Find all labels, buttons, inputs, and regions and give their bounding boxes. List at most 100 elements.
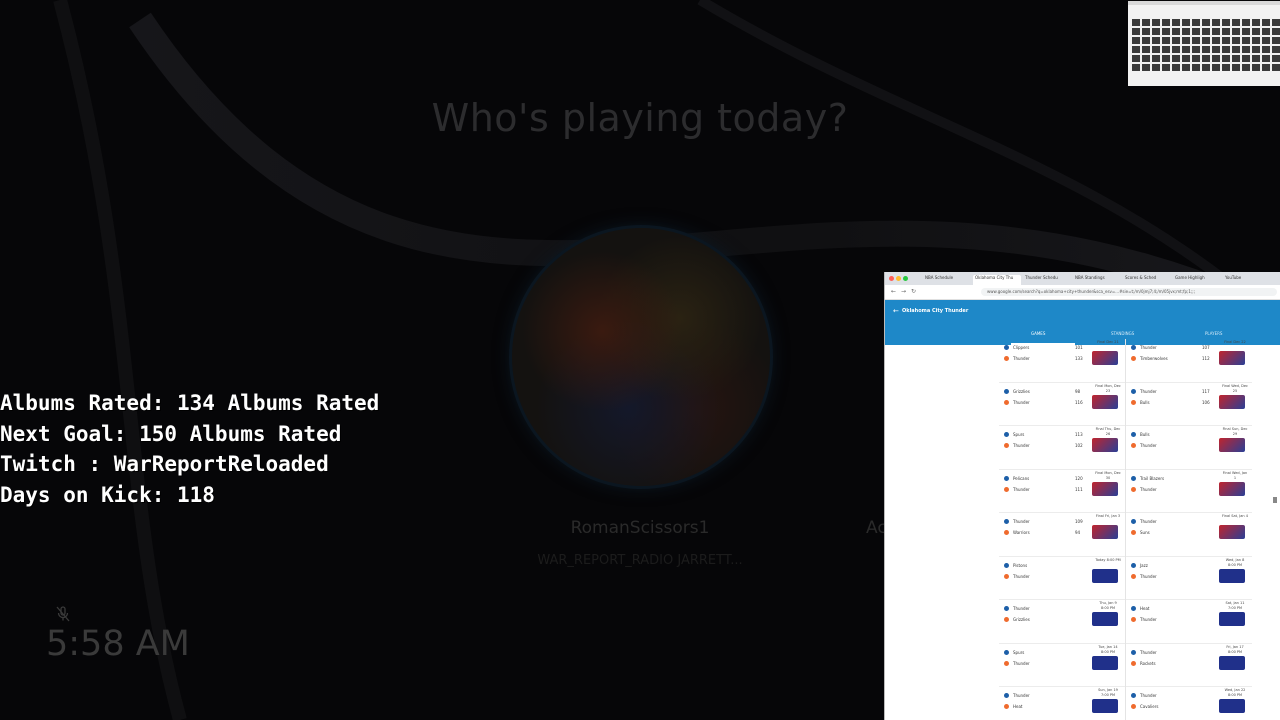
tab-games[interactable]: Games (1031, 331, 1045, 336)
address-bar[interactable]: www.google.com/search?q=oklahoma+city+th… (981, 288, 1277, 296)
team-logo-icon (1004, 649, 1009, 655)
team-name: Pelicans (1013, 475, 1030, 481)
game-row[interactable]: Grizzlies Thunder 98 116 Final Mon, Dec 23 (999, 383, 1125, 426)
team-score: 111 (1075, 486, 1083, 492)
game-row[interactable]: Thunder Suns Final Sat, Jan 4 (1126, 513, 1252, 557)
highlight-thumbnail[interactable] (1219, 394, 1245, 409)
highlight-thumbnail[interactable] (1219, 438, 1245, 452)
browser-tab[interactable]: Thunder Schedu (1023, 275, 1071, 285)
browser-tab[interactable]: NBA Standings (1073, 275, 1121, 285)
browser-tab[interactable]: YouTube (1223, 275, 1271, 285)
game-row[interactable]: Thunder Cavaliers Wed, Jan 22 8:00 PM (1126, 687, 1252, 720)
whos-playing-title: Who's playing today? (431, 96, 849, 140)
tab-standings[interactable]: Standings (1111, 331, 1134, 336)
tab-players[interactable]: Players (1205, 331, 1222, 336)
team-score: 98 (1075, 388, 1081, 394)
team-logo-icon (1004, 530, 1009, 535)
highlight-thumbnail[interactable] (1092, 525, 1118, 539)
browser-tab[interactable]: NBA Schedule (923, 275, 971, 285)
profile-name[interactable]: RomanScissors1 (520, 518, 760, 538)
game-status: Thu, Jan 9 8:00 PM (1099, 601, 1117, 610)
team-score: 117 (1202, 388, 1210, 394)
highlight-thumbnail[interactable] (1092, 394, 1118, 409)
highlight-thumbnail[interactable] (1219, 568, 1245, 583)
team-logo-icon (1004, 519, 1009, 524)
team-logo-icon (1131, 432, 1136, 437)
reload-icon[interactable]: ↻ (911, 288, 916, 295)
highlight-thumbnail[interactable] (1092, 351, 1118, 365)
game-status: Final Sun, Dec 29 (1222, 427, 1248, 436)
game-row[interactable]: Heat Thunder Sat, Jan 11 7:00 PM (1126, 600, 1252, 644)
game-row[interactable]: Thunder Warriors 109 94 Final Fri, Jan 3 (999, 513, 1125, 557)
game-status: Final Sat, Jan 4 (1222, 514, 1248, 518)
game-row[interactable]: Thunder Rockets Fri, Jan 17 8:00 PM (1126, 644, 1252, 687)
back-arrow-icon[interactable]: ← (893, 307, 899, 315)
team-name: Warriors (1013, 530, 1030, 535)
team-name: Thunder (1140, 345, 1157, 350)
game-row[interactable]: Thunder Timberwolves 107 112 Final Dec 22 (1126, 339, 1252, 383)
team-score: 106 (1202, 399, 1210, 405)
browser-tab[interactable]: Scores & Sched (1123, 275, 1171, 285)
highlight-thumbnail[interactable] (1092, 481, 1118, 496)
team-logo-icon (1131, 573, 1136, 579)
browser-tab[interactable]: Game Highligh (1173, 275, 1221, 285)
team-name: Thunder (1140, 519, 1157, 524)
highlight-thumbnail[interactable] (1092, 438, 1118, 452)
game-row[interactable]: Trail Blazers Thunder Final Wed, Jan 1 (1126, 470, 1252, 513)
highlight-thumbnail[interactable] (1219, 612, 1245, 626)
team-name: Timberwolves (1140, 356, 1168, 361)
team-logo-icon (1004, 475, 1009, 481)
game-row[interactable]: Spurs Thunder 113 102 Final Thu, Dec 26 (999, 426, 1125, 470)
team-name: Thunder (1013, 660, 1030, 666)
team-logo-icon (1131, 519, 1136, 524)
minimize-window-icon[interactable] (896, 276, 901, 281)
team-logo-icon (1131, 399, 1136, 405)
game-status: Wed, Jan 22 8:00 PM (1224, 688, 1246, 697)
team-logo-icon (1131, 388, 1136, 394)
team-logo-icon (1004, 345, 1009, 350)
highlight-thumbnail[interactable] (1219, 481, 1245, 496)
team-name: Thunder (1013, 693, 1030, 698)
team-score: 133 (1075, 356, 1083, 361)
highlight-thumbnail[interactable] (1219, 655, 1245, 670)
highlight-thumbnail[interactable] (1092, 612, 1118, 626)
browser-tab[interactable]: Oklahoma City Thu (973, 275, 1021, 285)
highlight-thumbnail[interactable] (1092, 699, 1118, 713)
game-row[interactable]: Thunder Grizzlies Thu, Jan 9 8:00 PM (999, 600, 1125, 644)
highlight-thumbnail[interactable] (1219, 351, 1245, 365)
game-status: Tue, Jan 14 8:00 PM (1098, 644, 1118, 654)
game-row[interactable]: Thunder Heat Sun, Jan 19 7:00 PM (999, 687, 1125, 720)
team-logo-icon (1004, 443, 1009, 448)
game-row[interactable]: Pelicans Thunder 120 111 Final Mon, Dec 30 (999, 470, 1125, 513)
game-row[interactable]: Bulls Thunder Final Sun, Dec 29 (1126, 426, 1252, 470)
game-row[interactable]: Jazz Thunder Wed, Jan 8 8:00 PM (1126, 557, 1252, 600)
team-logo-icon (1131, 606, 1136, 611)
browser-window[interactable]: NBA Schedule Oklahoma City Thu Thunder Sch… (884, 272, 1280, 720)
game-row[interactable]: Thunder Bulls 117 106 Final Wed, Dec 25 (1126, 383, 1252, 426)
game-row[interactable]: Spurs Thunder Tue, Jan 14 8:00 PM (999, 644, 1125, 687)
highlight-thumbnail[interactable] (1219, 699, 1245, 713)
highlight-thumbnail[interactable] (1092, 655, 1118, 670)
back-icon[interactable]: ← (891, 288, 896, 295)
profile-avatar[interactable] (512, 228, 770, 486)
team-score: 94 (1075, 530, 1081, 535)
game-row[interactable]: Pistons Thunder Today 8:00 PM (999, 557, 1125, 600)
team-logo-icon (1004, 356, 1009, 361)
game-status: Final Dec 21 (1097, 340, 1119, 344)
maximize-window-icon[interactable] (903, 276, 908, 281)
team-name: Thunder (1013, 399, 1030, 405)
stream-stats-overlay: Albums Rated: 134 Albums Rated Next Goal… (0, 388, 379, 510)
highlight-thumbnail[interactable] (1219, 525, 1245, 539)
highlight-thumbnail[interactable] (1092, 568, 1118, 583)
team-logo-icon (1004, 573, 1009, 579)
team-name: Bulls (1140, 399, 1150, 405)
team-name: Thunder (1013, 606, 1030, 611)
team-name: Thunder (1140, 649, 1157, 655)
game-row[interactable]: Clippers Thunder 101 133 Final Dec 21 (999, 339, 1125, 383)
team-header: ← Oklahoma City Thunder (885, 300, 1280, 325)
close-window-icon[interactable] (889, 276, 894, 281)
forward-icon[interactable]: → (901, 288, 906, 295)
game-status: Final Mon, Dec 23 (1095, 383, 1121, 393)
team-name: Thunder (1013, 443, 1030, 448)
team-logo-icon (1004, 617, 1009, 622)
